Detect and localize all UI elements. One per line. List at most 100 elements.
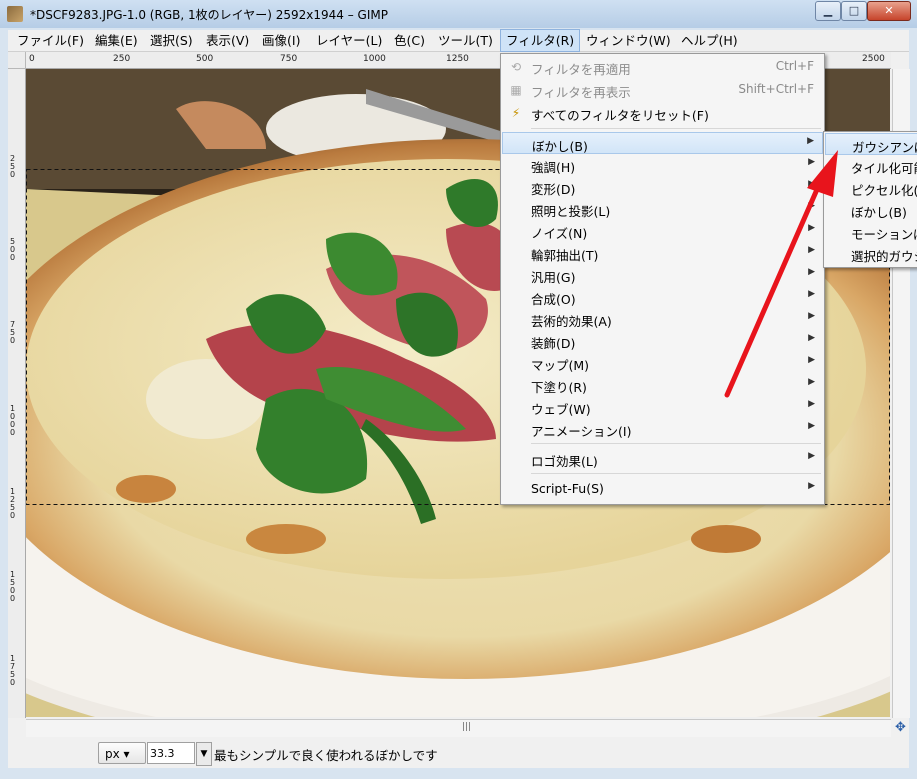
submenu-arrow-icon: ▶ (807, 136, 814, 146)
menu-item-shortcut: Ctrl+F (775, 59, 814, 73)
menu-item-label: 輪郭抽出(T) (531, 248, 599, 263)
menu-item-distorts[interactable]: 変形(D) ▶ (502, 176, 823, 198)
zoom-input[interactable]: 33.3 (147, 742, 195, 764)
menu-item-label: マップ(M) (531, 358, 590, 373)
ruler-tick: 750 (10, 320, 16, 345)
menu-item-pixelize[interactable]: ピクセル化(P) (825, 177, 917, 199)
menu-item-light-shadow[interactable]: 照明と投影(L) ▶ (502, 198, 823, 220)
menubar: ファイル(F) 編集(E) 選択(S) 表示(V) 画像(I) レイヤー(L) … (8, 29, 909, 52)
menu-item-animation[interactable]: アニメーション(I) ▶ (502, 418, 823, 440)
ruler-tick: 1000 (363, 54, 386, 64)
ruler-tick: 2500 (862, 54, 885, 64)
menu-view[interactable]: 表示(V) (201, 30, 254, 51)
menu-item-gaussian-blur[interactable]: ガウシアンぼかし (825, 133, 917, 155)
submenu-arrow-icon: ▶ (808, 377, 815, 387)
reapply-icon: ⟲ (510, 60, 522, 74)
menu-separator (531, 443, 821, 444)
menu-item-label: ノイズ(N) (531, 226, 588, 241)
submenu-arrow-icon: ▶ (808, 311, 815, 321)
window-title: *DSCF9283.JPG-1.0 (RGB, 1枚のレイヤー) 2592x19… (30, 8, 388, 22)
menu-item-blur-simple[interactable]: ぼかし(B) (825, 199, 917, 221)
menu-layer[interactable]: レイヤー(L) (311, 30, 387, 51)
menu-separator (531, 128, 821, 129)
reset-icon: ⚡ (511, 106, 521, 120)
quick-mask-toggle[interactable] (8, 52, 26, 69)
menu-item-render[interactable]: 下塗り(R) ▶ (502, 374, 823, 396)
submenu-arrow-icon: ▶ (808, 355, 815, 365)
submenu-arrow-icon: ▶ (808, 481, 815, 491)
menu-item-label: ウェブ(W) (531, 402, 591, 417)
vertical-ruler[interactable]: 250 500 750 1000 1250 1500 1750 (8, 69, 26, 718)
menu-item-label: すべてのフィルタをリセット(F) (531, 108, 709, 123)
status-bar: px ▾ 33.3 ▼ 最もシンプルで良く使われるぼかしです (8, 740, 909, 768)
menu-item-map[interactable]: マップ(M) ▶ (502, 352, 823, 374)
menu-item-label: 汎用(G) (531, 270, 576, 285)
menu-item-reshow-filter[interactable]: ▦ フィルタを再表示 Shift+Ctrl+F (502, 79, 823, 101)
menu-separator (531, 473, 821, 474)
menu-item-label: ぼかし(B) (851, 205, 907, 220)
title-bar[interactable]: *DSCF9283.JPG-1.0 (RGB, 1枚のレイヤー) 2592x19… (0, 0, 917, 28)
ruler-tick: 0 (29, 54, 35, 64)
scroll-grip[interactable]: ||| (462, 722, 471, 732)
submenu-arrow-icon: ▶ (808, 201, 815, 211)
submenu-arrow-icon: ▶ (808, 179, 815, 189)
ruler-tick: 1750 (10, 654, 16, 687)
menu-item-decor[interactable]: 装飾(D) ▶ (502, 330, 823, 352)
menu-item-combine[interactable]: 合成(O) ▶ (502, 286, 823, 308)
submenu-arrow-icon: ▶ (808, 245, 815, 255)
menu-file[interactable]: ファイル(F) (12, 30, 89, 51)
navigate-icon[interactable]: ✥ (892, 719, 909, 736)
submenu-arrow-icon: ▶ (808, 289, 815, 299)
menu-item-generic[interactable]: 汎用(G) ▶ (502, 264, 823, 286)
maximize-button[interactable]: □ (841, 1, 867, 21)
blur-submenu: ガウシアンぼかし タイル化可能ぼかし ピクセル化(P) ぼかし(B) モーション… (823, 131, 917, 268)
filters-menu: ⟲ フィルタを再適用 Ctrl+F ▦ フィルタを再表示 Shift+Ctrl+… (500, 53, 825, 505)
submenu-arrow-icon: ▶ (808, 421, 815, 431)
menu-image[interactable]: 画像(I) (257, 30, 305, 51)
menu-item-reapply-filter[interactable]: ⟲ フィルタを再適用 Ctrl+F (502, 56, 823, 78)
submenu-arrow-icon: ▶ (808, 157, 815, 167)
menu-colors[interactable]: 色(C) (389, 30, 430, 51)
ruler-tick: 1500 (10, 570, 16, 603)
menu-item-label: 照明と投影(L) (531, 204, 611, 219)
menu-item-label: アニメーション(I) (531, 424, 632, 439)
menu-item-label: 選択的ガウシアンぼかし (851, 249, 917, 264)
unit-selector[interactable]: px ▾ (98, 742, 146, 764)
ruler-tick: 500 (10, 237, 16, 262)
menu-item-shortcut: Shift+Ctrl+F (738, 82, 814, 96)
menu-edit[interactable]: 編集(E) (90, 30, 143, 51)
menu-item-motion-blur[interactable]: モーションぼかし (825, 221, 917, 243)
menu-item-label: Script-Fu(S) (531, 481, 604, 496)
menu-item-noise[interactable]: ノイズ(N) ▶ (502, 220, 823, 242)
menu-item-label: タイル化可能ぼかし (851, 161, 917, 176)
close-button[interactable]: ✕ (867, 1, 911, 21)
menu-item-web[interactable]: ウェブ(W) ▶ (502, 396, 823, 418)
ruler-tick: 1250 (446, 54, 469, 64)
zoom-dropdown-button[interactable]: ▼ (196, 742, 212, 766)
minimize-button[interactable]: ▁ (815, 1, 841, 21)
menu-item-alpha-to-logo[interactable]: ロゴ効果(L) ▶ (502, 448, 823, 470)
menu-item-label: フィルタを再適用 (531, 62, 631, 77)
menu-item-blur[interactable]: ぼかし(B) ▶ (502, 132, 823, 154)
menu-item-tileable-blur[interactable]: タイル化可能ぼかし (825, 155, 917, 177)
gimp-app-icon (7, 6, 23, 22)
menu-filters[interactable]: フィルタ(R) (500, 29, 581, 52)
menu-item-label: 変形(D) (531, 182, 576, 197)
menu-item-selective-gaussian-blur[interactable]: 選択的ガウシアンぼかし (825, 243, 917, 265)
submenu-arrow-icon: ▶ (808, 333, 815, 343)
menu-item-label: ガウシアンぼかし (852, 140, 917, 155)
horizontal-scrollbar[interactable]: ||| (26, 719, 891, 737)
menu-item-label: ピクセル化(P) (851, 183, 917, 198)
menu-tools[interactable]: ツール(T) (433, 30, 498, 51)
menu-item-script-fu[interactable]: Script-Fu(S) ▶ (502, 478, 823, 500)
menu-item-enhance[interactable]: 強調(H) ▶ (502, 154, 823, 176)
submenu-arrow-icon: ▶ (808, 267, 815, 277)
menu-item-reset-filters[interactable]: ⚡ すべてのフィルタをリセット(F) (502, 102, 823, 124)
menu-item-edge-detect[interactable]: 輪郭抽出(T) ▶ (502, 242, 823, 264)
menu-select[interactable]: 選択(S) (145, 30, 198, 51)
menu-windows[interactable]: ウィンドウ(W) (581, 30, 676, 51)
menu-item-artistic[interactable]: 芸術的効果(A) ▶ (502, 308, 823, 330)
menu-item-label: ロゴ効果(L) (531, 454, 598, 469)
menu-help[interactable]: ヘルプ(H) (676, 30, 743, 51)
submenu-arrow-icon: ▶ (808, 399, 815, 409)
